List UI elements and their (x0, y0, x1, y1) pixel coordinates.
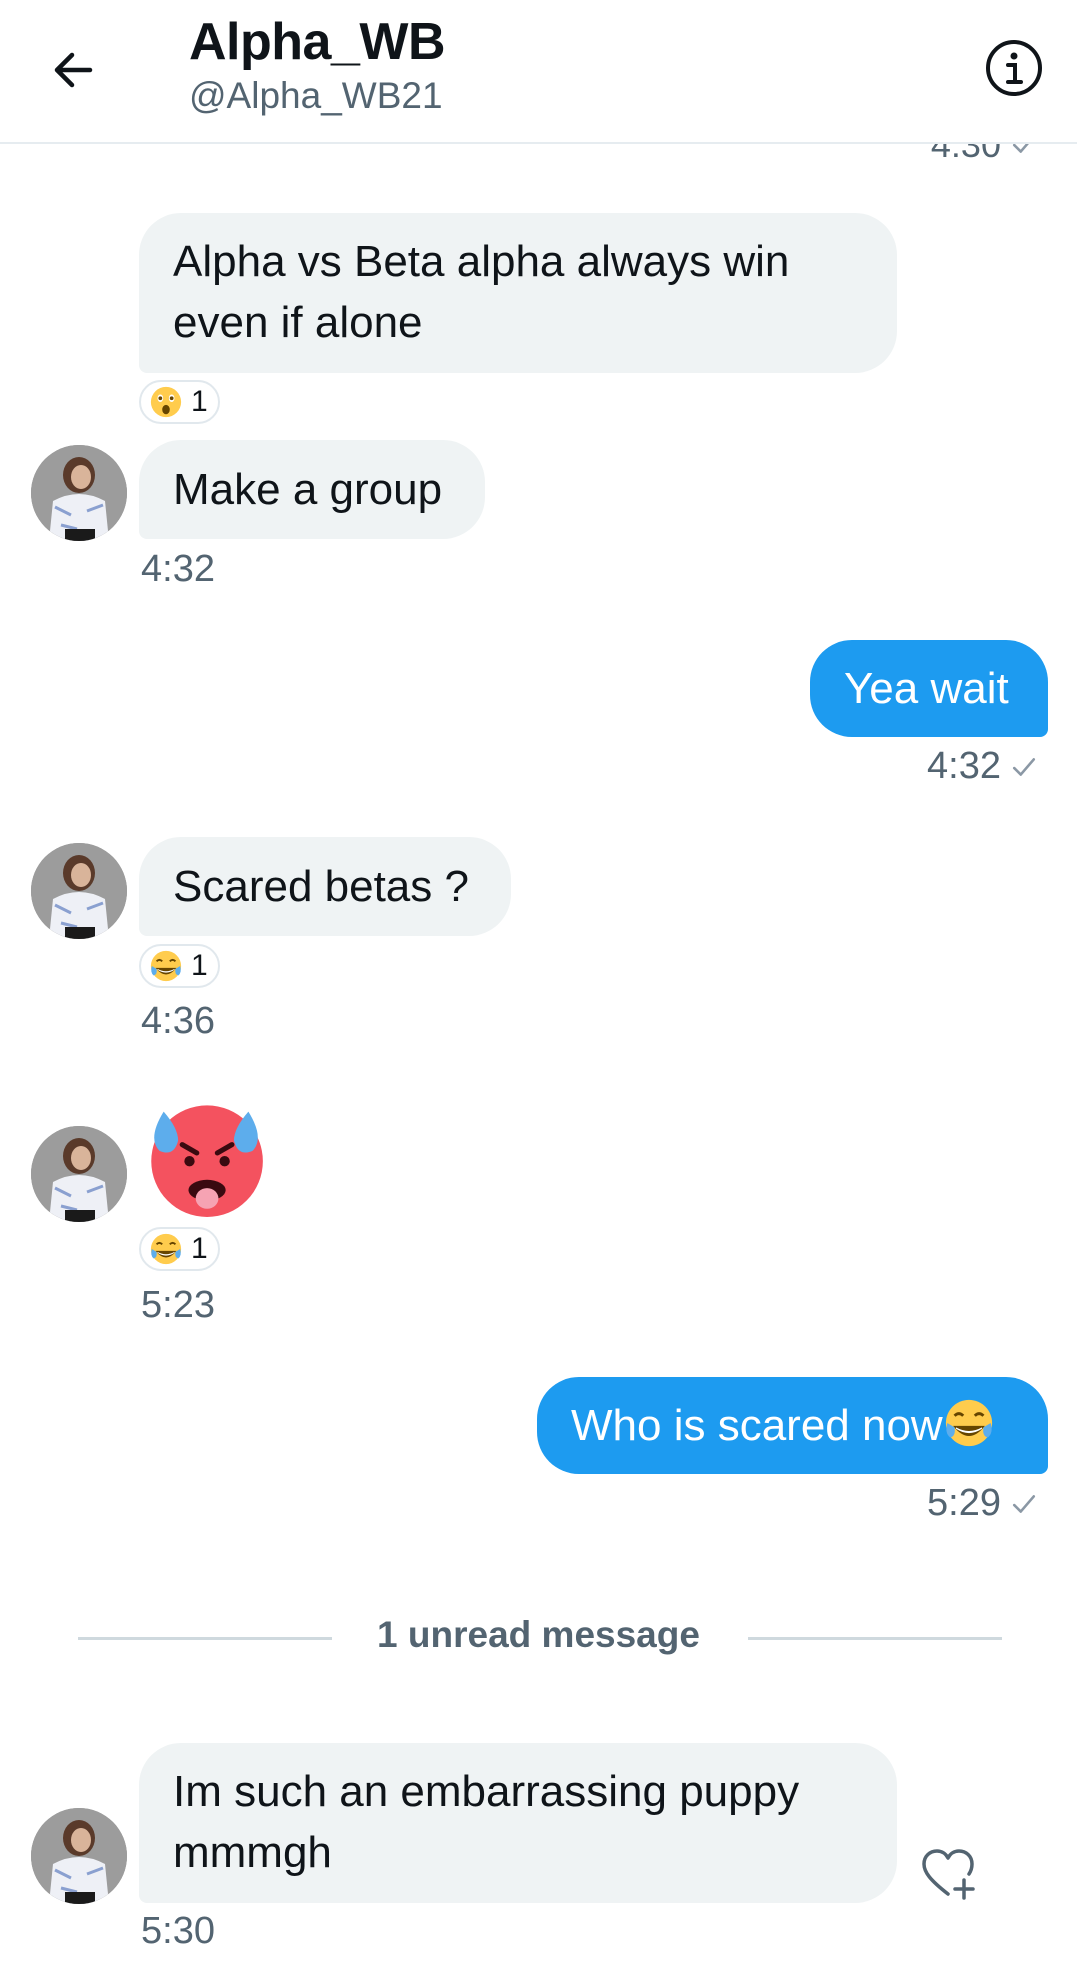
reaction-badge[interactable]: 1 (139, 944, 220, 988)
incoming-message-bubble[interactable]: Im such an embarrassing puppy mmmgh (139, 1743, 897, 1903)
reaction-count: 1 (191, 949, 208, 982)
message-timestamp: 5:29 (927, 1482, 1037, 1525)
message-timestamp: 4:32 (927, 745, 1037, 788)
incoming-message-bubble[interactable]: Make a group (139, 440, 485, 539)
sent-check-icon (1011, 754, 1037, 780)
reaction-count: 1 (191, 1232, 208, 1265)
info-icon[interactable] (984, 38, 1044, 98)
incoming-message-bubble[interactable]: Alpha vs Beta alpha always win even if a… (139, 213, 897, 373)
incoming-message-bubble[interactable]: Scared betas ? (139, 837, 511, 936)
avatar[interactable] (31, 1808, 127, 1904)
outgoing-message-bubble[interactable]: Yea wait (810, 640, 1048, 737)
message-timestamp: 5:30 (141, 1910, 215, 1952)
unread-divider: 1 unread message (377, 1614, 700, 1655)
conversation-title[interactable]: Alpha_WB (189, 12, 446, 72)
back-arrow-icon[interactable] (44, 40, 104, 100)
add-reaction-heart-icon[interactable] (920, 1846, 976, 1902)
reaction-badge[interactable]: 1 (139, 380, 220, 424)
avatar[interactable] (31, 1126, 127, 1222)
message-timestamp: 5:23 (141, 1284, 215, 1326)
tears-of-joy-icon (149, 949, 183, 983)
sent-check-icon (1011, 1491, 1037, 1517)
tears-of-joy-icon (943, 1397, 995, 1449)
conversation-header: Alpha_WB @Alpha_WB21 (0, 0, 1077, 144)
message-timestamp: 4:36 (141, 1000, 215, 1042)
message-timestamp: 4:32 (141, 548, 215, 590)
outgoing-message-bubble[interactable]: Who is scared now (537, 1377, 1048, 1474)
avatar[interactable] (31, 445, 127, 541)
hot-face-emoji[interactable] (143, 1093, 267, 1217)
astonished-face-icon (150, 386, 182, 418)
divider-line-right (748, 1637, 1002, 1640)
avatar[interactable] (31, 843, 127, 939)
tears-of-joy-icon (149, 1232, 183, 1266)
reaction-badge[interactable]: 1 (139, 1227, 220, 1271)
reaction-count: 1 (191, 385, 208, 418)
conversation-handle[interactable]: @Alpha_WB21 (189, 75, 443, 117)
